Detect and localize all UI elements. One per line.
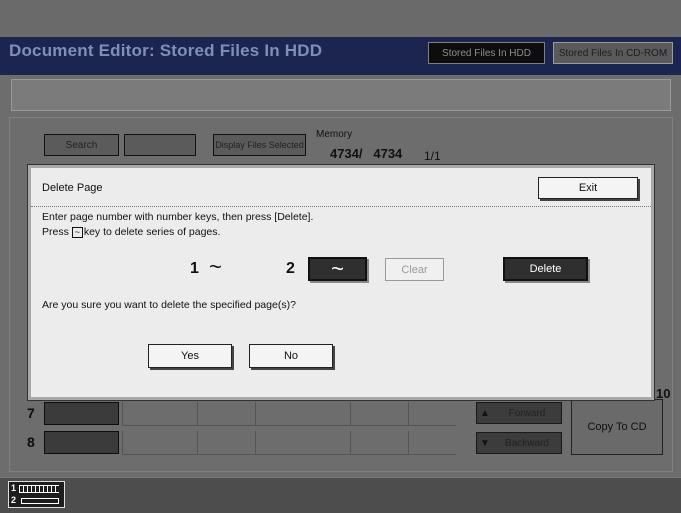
row-cell xyxy=(122,402,197,426)
row-cell xyxy=(350,431,408,455)
display-files-selected-button[interactable]: Display Files Selected xyxy=(213,134,306,156)
row-cell xyxy=(408,431,456,455)
instruction-key-text: key to delete series of pages. xyxy=(83,226,221,238)
tilde-key-icon: ~ xyxy=(71,226,83,238)
row-cell xyxy=(197,431,255,455)
confirm-text: Are you sure you want to delete the spec… xyxy=(42,299,296,311)
row-select-button[interactable] xyxy=(44,431,119,454)
backward-label: Backward xyxy=(505,437,549,449)
backward-button[interactable]: ▼ Backward xyxy=(476,432,562,454)
paper-tray-icon xyxy=(19,485,59,493)
page-indicator: 1/1 xyxy=(424,149,441,163)
title-bar: Document Editor: Stored Files In HDD Sto… xyxy=(0,37,681,75)
instruction-line-1: Enter page number with number keys, then… xyxy=(42,211,314,223)
status-bar xyxy=(0,477,681,513)
up-arrow-icon: ▲ xyxy=(480,407,490,419)
delete-page-dialog: Delete Page Exit Enter page number with … xyxy=(28,165,654,400)
row-number: 8 xyxy=(27,434,35,450)
forward-label: Forward xyxy=(508,407,546,419)
memory-value: 4734/ 4734 xyxy=(330,146,403,161)
exit-button[interactable]: Exit xyxy=(538,177,638,199)
tray1-number: 1 xyxy=(11,483,17,493)
dialog-title: Delete Page xyxy=(42,182,103,194)
memory-label: Memory xyxy=(316,129,353,140)
to-page-number: 2 xyxy=(286,260,295,277)
partial-count: 10 xyxy=(656,386,671,401)
row-select-button[interactable] xyxy=(44,402,119,425)
window-title: Document Editor: Stored Files In HDD xyxy=(9,41,323,60)
paper-tray-status: 1 2 xyxy=(8,481,65,508)
row-cell xyxy=(408,402,456,426)
tab-stored-files-cdrom[interactable]: Stored Files In CD-ROM xyxy=(553,42,673,64)
delete-button[interactable]: Delete xyxy=(503,257,588,281)
row-cell xyxy=(122,431,197,455)
instruction-press: Press xyxy=(42,226,69,238)
row-cell xyxy=(350,402,408,426)
clear-button[interactable]: Clear xyxy=(385,258,444,281)
copy-to-cd-button[interactable]: Copy To CD xyxy=(571,399,663,455)
yes-button[interactable]: Yes xyxy=(148,344,232,368)
file-row[interactable]: 8 xyxy=(27,431,457,455)
range-tilde-button[interactable]: ~ xyxy=(308,256,367,281)
message-bar xyxy=(11,79,671,111)
paper-tray-icon xyxy=(21,498,59,504)
row-cell xyxy=(255,402,350,426)
row-number: 7 xyxy=(27,405,35,421)
row-cell xyxy=(197,402,255,426)
instruction-line-2: Press ~ key to delete series of pages. xyxy=(42,226,220,238)
from-page-number: 1 xyxy=(190,260,199,277)
down-arrow-icon: ▼ xyxy=(480,437,490,449)
screen: Document Editor: Stored Files In HDD Sto… xyxy=(0,0,681,513)
row-cell xyxy=(255,431,350,455)
search-field[interactable] xyxy=(124,134,196,156)
no-button[interactable]: No xyxy=(249,344,333,368)
search-button[interactable]: Search xyxy=(44,134,119,156)
dialog-header: Delete Page Exit xyxy=(31,168,651,207)
forward-button[interactable]: ▲ Forward xyxy=(476,402,562,424)
top-bar xyxy=(0,0,681,38)
file-row[interactable]: 7 xyxy=(27,402,457,426)
range-tilde-symbol: ~ xyxy=(209,254,222,279)
tab-stored-files-hdd[interactable]: Stored Files In HDD xyxy=(428,42,545,64)
tray2-number: 2 xyxy=(11,495,17,505)
